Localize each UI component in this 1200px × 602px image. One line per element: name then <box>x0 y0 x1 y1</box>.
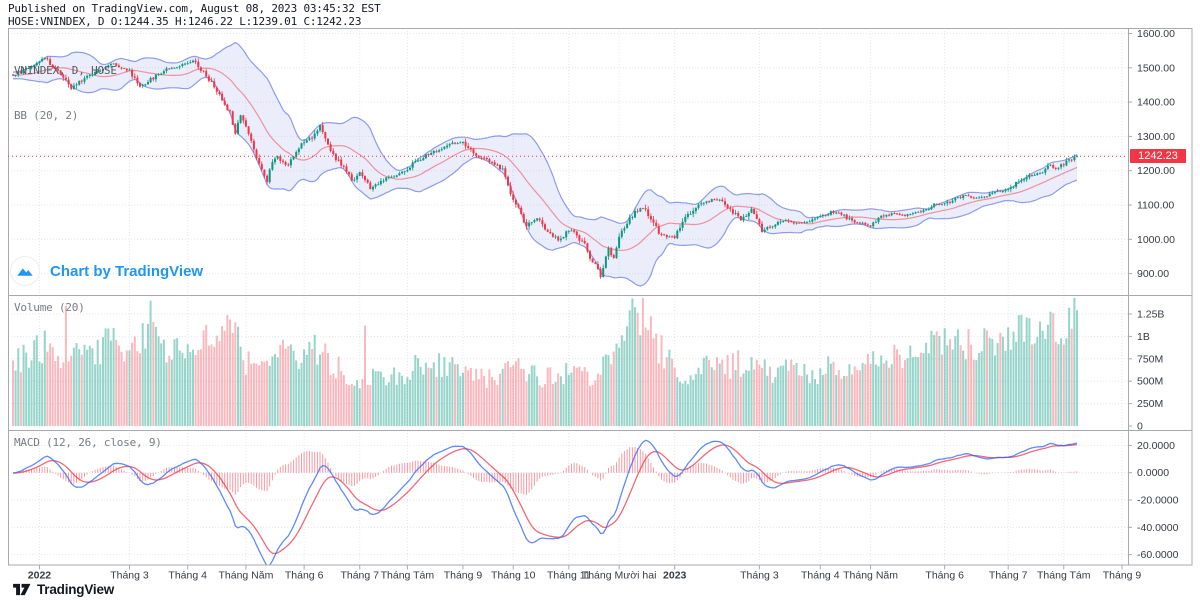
svg-text:750M: 750M <box>1137 353 1163 365</box>
svg-text:20.0000: 20.0000 <box>1137 440 1175 452</box>
tradingview-logo-link[interactable]: TradingView <box>13 582 114 597</box>
svg-text:Tháng Năm: Tháng Năm <box>843 570 898 582</box>
tradingview-logo-icon <box>13 582 31 597</box>
svg-text:Tháng 9: Tháng 9 <box>444 570 483 582</box>
watermark-label: Chart by TradingView <box>50 263 203 280</box>
bollinger-legend: BB (20, 2) <box>14 108 117 123</box>
svg-text:Tháng 10: Tháng 10 <box>491 570 536 582</box>
svg-text:Tháng 7: Tháng 7 <box>989 570 1028 582</box>
svg-text:500M: 500M <box>1137 376 1163 388</box>
svg-text:Tháng 3: Tháng 3 <box>740 570 779 582</box>
svg-text:Tháng Mười hai: Tháng Mười hai <box>582 570 657 582</box>
svg-text:250M: 250M <box>1137 398 1163 410</box>
axis-labels: 1600.00 1500.00 1400.00 1300.00 1200.00 1100.… <box>28 28 1179 582</box>
svg-text:Tháng Tám: Tháng Tám <box>381 570 435 582</box>
macd-pane-legend: MACD (12, 26, close, 9) <box>14 436 162 449</box>
svg-text:Tháng 7: Tháng 7 <box>340 570 379 582</box>
svg-text:1000.00: 1000.00 <box>1137 234 1175 246</box>
svg-text:1.25B: 1.25B <box>1137 309 1164 321</box>
symbol-legend: VNINDEX, D, HOSE <box>14 63 117 78</box>
svg-text:0.0000: 0.0000 <box>1137 467 1169 479</box>
tradingview-logo-text: TradingView <box>37 582 114 597</box>
svg-text:1300.00: 1300.00 <box>1137 131 1175 143</box>
svg-text:Tháng 3: Tháng 3 <box>110 570 149 582</box>
svg-text:Tháng 4: Tháng 4 <box>801 570 840 582</box>
svg-text:900.00: 900.00 <box>1137 268 1169 280</box>
svg-text:Tháng 6: Tháng 6 <box>925 570 964 582</box>
svg-text:1B: 1B <box>1137 331 1150 343</box>
svg-text:Tháng Tám: Tháng Tám <box>1037 570 1091 582</box>
volume-series <box>12 298 1078 426</box>
svg-text:1400.00: 1400.00 <box>1137 97 1175 109</box>
svg-text:1200.00: 1200.00 <box>1137 165 1175 177</box>
tradingview-mountain-icon <box>10 256 40 286</box>
pane-borders <box>8 28 1193 566</box>
svg-text:2023: 2023 <box>663 570 687 582</box>
volume-pane-legend: Volume (20) <box>14 301 85 314</box>
svg-text:2022: 2022 <box>28 570 52 582</box>
gridlines <box>8 28 1128 566</box>
macd-series <box>13 440 1077 566</box>
svg-text:Tháng 9: Tháng 9 <box>1103 570 1142 582</box>
svg-text:Tháng 4: Tháng 4 <box>168 570 207 582</box>
svg-text:Tháng 6: Tháng 6 <box>285 570 324 582</box>
svg-text:1100.00: 1100.00 <box>1137 200 1174 212</box>
chart-by-tradingview-link[interactable]: Chart by TradingView <box>10 256 203 286</box>
svg-text:0: 0 <box>1137 421 1143 433</box>
main-pane-legend: VNINDEX, D, HOSE BB (20, 2) <box>14 33 117 138</box>
svg-text:1500.00: 1500.00 <box>1137 62 1175 74</box>
svg-text:1600.00: 1600.00 <box>1137 28 1175 40</box>
bollinger-bands <box>13 43 1077 286</box>
svg-text:-60.0000: -60.0000 <box>1137 549 1179 561</box>
svg-text:-20.0000: -20.0000 <box>1137 495 1179 507</box>
svg-text:-40.0000: -40.0000 <box>1137 522 1179 534</box>
last-price-badge: 1242.23 <box>1130 149 1186 163</box>
svg-text:Tháng Năm: Tháng Năm <box>218 570 273 582</box>
chart-canvas: 1600.00 1500.00 1400.00 1300.00 1200.00 1100.… <box>0 0 1200 602</box>
